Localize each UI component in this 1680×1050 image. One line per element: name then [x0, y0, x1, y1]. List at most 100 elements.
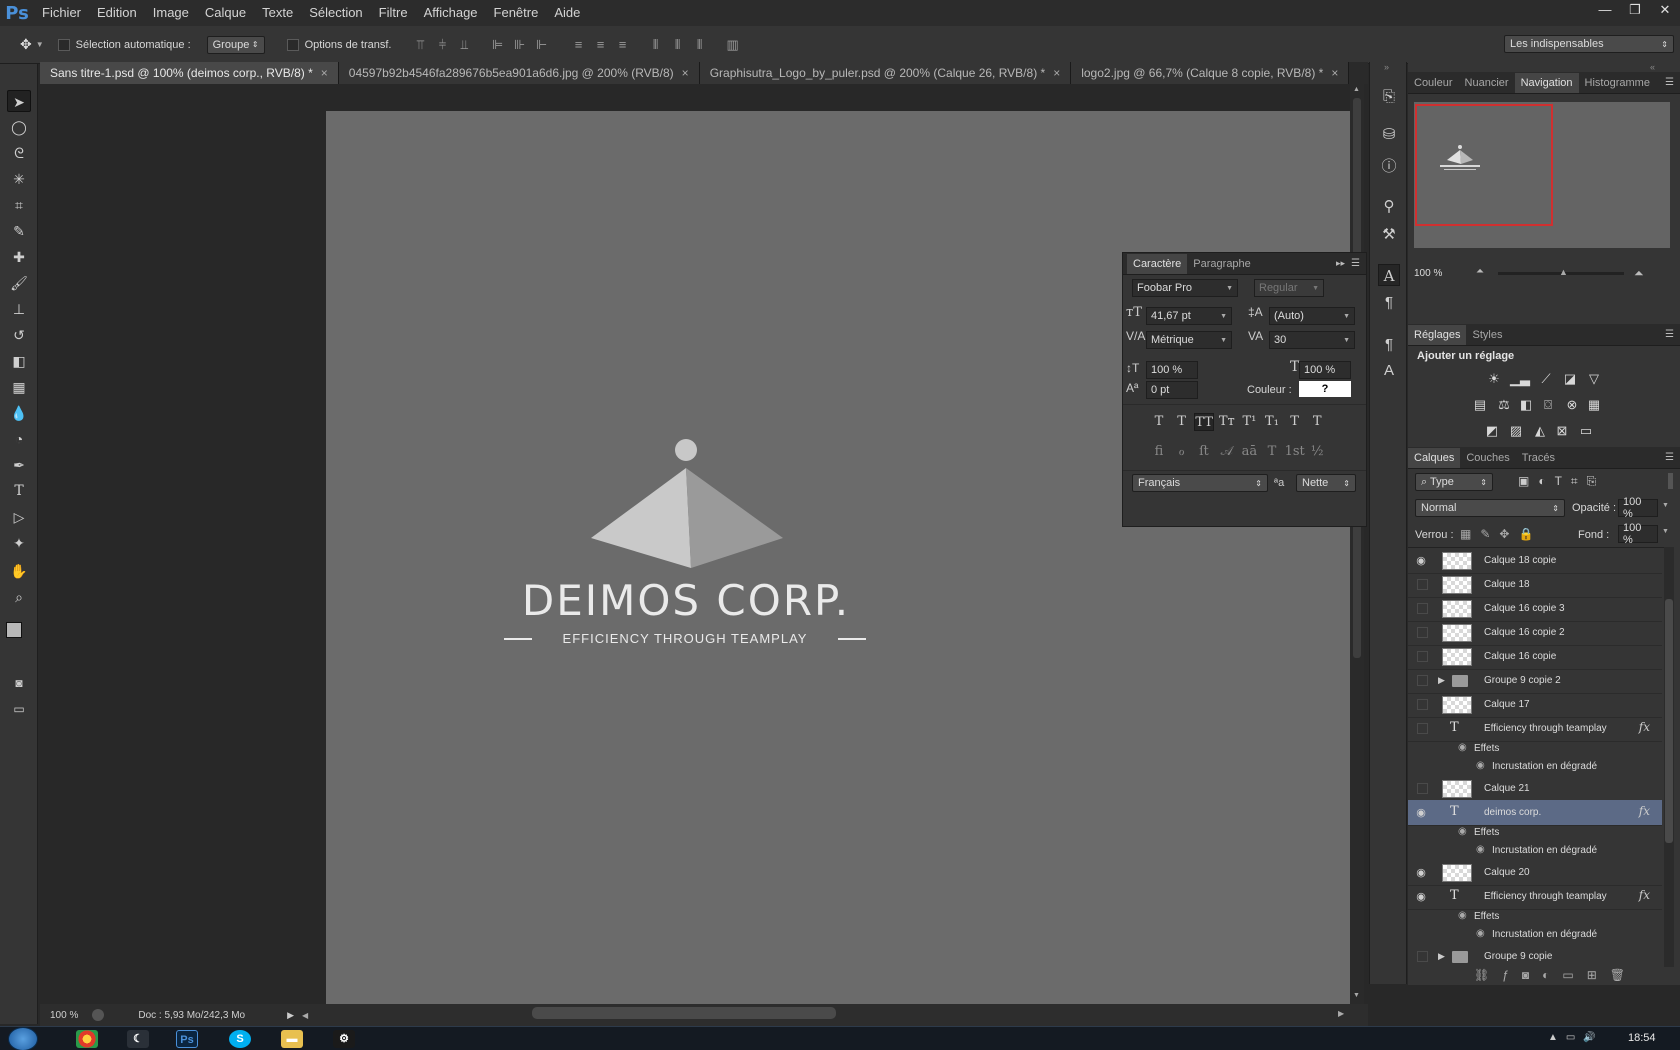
- effect-visibility-icon[interactable]: ◉: [1476, 760, 1485, 771]
- tool-presets-panel-icon[interactable]: ⚒: [1378, 224, 1400, 246]
- font-size-field[interactable]: 41,67 pt ▼: [1146, 307, 1232, 325]
- fill-field[interactable]: 100 %: [1618, 522, 1658, 546]
- layer-effects-row[interactable]: ◉ Effets: [1408, 740, 1662, 758]
- zoom-out-icon[interactable]: ⏶: [1476, 266, 1484, 277]
- character-styles-panel-icon[interactable]: A: [1378, 360, 1400, 382]
- navigator-preview[interactable]: [1414, 102, 1670, 248]
- gradient-map-icon[interactable]: ▭: [1576, 422, 1596, 440]
- format-buttons-5[interactable]: T₁: [1262, 413, 1282, 431]
- paragraph-panel-icon[interactable]: ¶: [1378, 292, 1400, 314]
- black-white-icon[interactable]: ◧: [1516, 396, 1536, 414]
- layer-row[interactable]: Calque 17: [1408, 692, 1662, 718]
- layer-filter-icons[interactable]: ▣◐T⌗⎘: [1518, 474, 1605, 489]
- navigator-zoom[interactable]: 100 %: [1414, 268, 1442, 279]
- ot-buttons-3[interactable]: 𝒜: [1217, 443, 1237, 461]
- tab-paragraphe[interactable]: Paragraphe: [1187, 254, 1257, 274]
- document-tab-3[interactable]: logo2.jpg @ 66,7% (Calque 8 copie, RVB/8…: [1071, 62, 1350, 84]
- layer-row[interactable]: T Efficiency through teamplay fx: [1408, 716, 1662, 742]
- skype-icon[interactable]: S: [229, 1030, 251, 1048]
- selective-color-icon[interactable]: ⊠: [1552, 422, 1572, 440]
- visibility-toggle[interactable]: [1417, 783, 1428, 794]
- document-tab-1[interactable]: 04597b92b4546fa289676b5ea901a6d6.jpg @ 2…: [338, 62, 700, 84]
- workspace-dropdown[interactable]: Les indispensables ⇕: [1504, 35, 1674, 53]
- collapse-strip-icon[interactable]: »: [1384, 62, 1389, 72]
- align-left-icon[interactable]: ⊫: [487, 37, 509, 53]
- tab-calques[interactable]: Calques: [1408, 447, 1461, 468]
- brightness-icon[interactable]: ☀: [1484, 370, 1504, 388]
- document-tab-2[interactable]: Graphisutra_Logo_by_puler.psd @ 200% (Ca…: [699, 62, 1072, 84]
- format-buttons-7[interactable]: T: [1307, 413, 1327, 431]
- ot-buttons-6[interactable]: 1st: [1285, 443, 1305, 461]
- tab-navigation[interactable]: Navigation: [1514, 72, 1579, 93]
- format-buttons-3[interactable]: Tт: [1217, 413, 1237, 431]
- document-canvas[interactable]: DEIMOS CORP. EFFICIENCY THROUGH TEAMPLAY: [326, 111, 1350, 1011]
- layer-row[interactable]: ▶ Groupe 9 copie: [1408, 944, 1662, 967]
- align-hcenter-icon[interactable]: ⊪: [509, 37, 531, 53]
- ot-buttons-2[interactable]: ﬅ: [1194, 443, 1214, 461]
- menu-item-4[interactable]: Texte: [254, 0, 301, 26]
- ot-buttons-5[interactable]: T: [1262, 443, 1282, 461]
- vertical-scrollbar[interactable]: ▲ ▼: [1350, 84, 1364, 1004]
- menu-item-3[interactable]: Calque: [197, 0, 254, 26]
- effect-visibility-icon[interactable]: ◉: [1458, 910, 1467, 921]
- eyedropper-icon[interactable]: ✎: [7, 220, 31, 242]
- minimize-button[interactable]: —: [1590, 0, 1620, 20]
- font-style-dropdown[interactable]: Regular ▼: [1254, 279, 1324, 297]
- tab-caractere[interactable]: Caractère: [1127, 253, 1188, 274]
- foreground-color-swatch[interactable]: [6, 622, 22, 638]
- scroll-up-icon[interactable]: ▲: [1353, 86, 1360, 93]
- clone-stamp-icon[interactable]: ⊥: [7, 298, 31, 320]
- visibility-toggle[interactable]: [1417, 951, 1428, 962]
- panel-collapse-icon[interactable]: ▸▸: [1336, 258, 1345, 269]
- moon-app-icon[interactable]: ☾: [127, 1030, 149, 1048]
- kerning-dropdown[interactable]: Métrique ▼: [1146, 331, 1232, 349]
- expand-group-icon[interactable]: ▶: [1438, 675, 1445, 686]
- ot-buttons-1[interactable]: ℴ: [1172, 443, 1192, 461]
- close-tab-icon[interactable]: ×: [1331, 66, 1338, 80]
- transform-controls-checkbox[interactable]: [286, 38, 299, 51]
- tab-traces[interactable]: Tracés: [1516, 448, 1561, 468]
- distribute-top-icon[interactable]: ≡: [568, 37, 590, 52]
- ot-buttons-4[interactable]: aā: [1239, 443, 1259, 461]
- zoom-icon[interactable]: ⌕: [7, 586, 31, 608]
- levels-icon[interactable]: ▁▃: [1510, 370, 1530, 388]
- lock-icons[interactable]: ▦✎✥🔒: [1460, 527, 1542, 541]
- format-buttons-4[interactable]: T¹: [1239, 413, 1259, 431]
- menu-item-7[interactable]: Affichage: [416, 0, 486, 26]
- close-tab-icon[interactable]: ×: [1053, 66, 1060, 80]
- distribute-bottom-icon[interactable]: ≡: [612, 37, 634, 52]
- format-buttons-6[interactable]: T: [1285, 413, 1305, 431]
- lasso-icon[interactable]: ᘓ: [7, 142, 31, 164]
- layer-effect-row[interactable]: ◉ Incrustation en dégradé: [1408, 842, 1662, 860]
- font-family-dropdown[interactable]: Foobar Pro ▼: [1132, 279, 1238, 297]
- text-color-swatch[interactable]: ?: [1299, 381, 1351, 397]
- menu-item-9[interactable]: Aide: [546, 0, 588, 26]
- move-tool-icon[interactable]: ✥: [20, 36, 32, 53]
- panel-menu-icon[interactable]: ☰: [1351, 258, 1360, 269]
- layer-filter-dropdown[interactable]: ⌕ Type ⇕: [1415, 473, 1493, 491]
- language-dropdown[interactable]: Français ⇕: [1132, 474, 1268, 492]
- effect-visibility-icon[interactable]: ◉: [1476, 844, 1485, 855]
- layer-row[interactable]: Calque 16 copie 3: [1408, 596, 1662, 622]
- start-button[interactable]: [8, 1027, 38, 1050]
- blend-mode-dropdown[interactable]: Normal ⇕: [1415, 499, 1565, 517]
- channel-mixer-icon[interactable]: ⊗: [1562, 396, 1582, 414]
- collapse-panels-icon[interactable]: «: [1650, 62, 1655, 72]
- visibility-toggle[interactable]: [1417, 579, 1428, 590]
- 3d-panel-icon[interactable]: ⛁: [1378, 124, 1400, 146]
- crop-icon[interactable]: ⌗: [7, 194, 31, 216]
- history-panel-icon[interactable]: ⎘: [1378, 86, 1400, 108]
- brush-presets-panel-icon[interactable]: ⚲: [1378, 196, 1400, 218]
- chrome-icon[interactable]: [76, 1030, 98, 1048]
- magic-wand-icon[interactable]: ✳: [7, 168, 31, 190]
- layer-effect-row[interactable]: ◉ Incrustation en dégradé: [1408, 926, 1662, 944]
- zoom-slider-handle[interactable]: ▲: [1559, 267, 1568, 277]
- panel-menu-icon[interactable]: ☰: [1665, 77, 1674, 88]
- curves-icon[interactable]: ⟋: [1536, 370, 1556, 388]
- layer-fx-icon[interactable]: fx: [1639, 804, 1650, 818]
- visibility-eye-icon[interactable]: ◉: [1414, 866, 1428, 880]
- panel-menu-icon[interactable]: ☰: [1665, 329, 1674, 340]
- info-panel-icon[interactable]: ⓘ: [1378, 156, 1400, 178]
- close-tab-icon[interactable]: ×: [321, 66, 328, 80]
- tab-reglages[interactable]: Réglages: [1408, 324, 1467, 345]
